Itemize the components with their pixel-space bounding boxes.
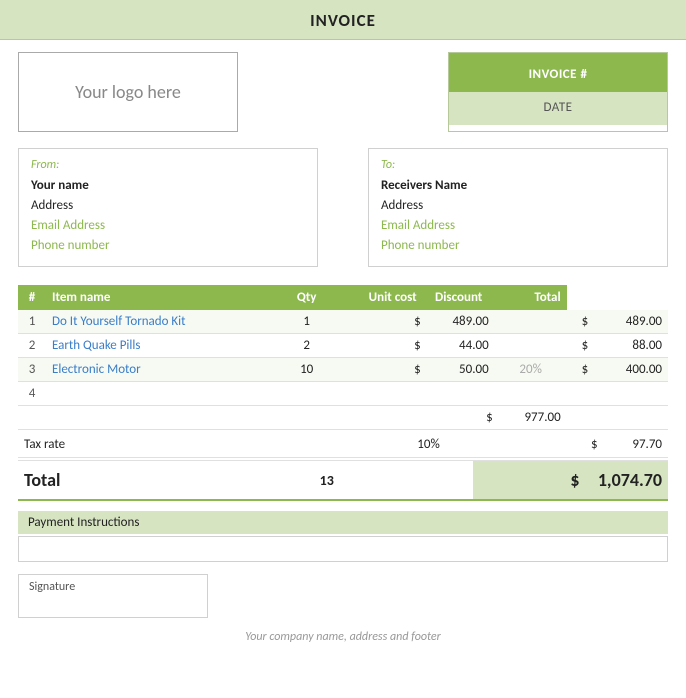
total-amount: 1,074.70 <box>584 461 669 501</box>
total-section: Total 13 $ 1,074.70 <box>0 460 686 501</box>
top-row: Your logo here INVOICE # DATE <box>0 40 686 142</box>
row-total <box>590 382 668 406</box>
invoice-title: INVOICE <box>310 10 376 31</box>
col-unit-cost: Unit cost <box>333 285 423 310</box>
to-address-box: To: Receivers Name Address Email Address… <box>368 148 668 267</box>
total-row: Total 13 $ 1,074.70 <box>18 461 668 501</box>
table-row: 4 <box>18 382 668 406</box>
to-phone: Phone number <box>381 236 655 256</box>
from-address: Address <box>31 196 305 216</box>
tax-section: Tax rate 10% $ 97.70 <box>0 432 686 458</box>
tax-rate: 10% <box>394 432 462 458</box>
col-discount: Discount <box>423 285 495 310</box>
col-total: Total <box>495 285 567 310</box>
table-row: 1 Do It Yourself Tornado Kit 1 $ 489.00 … <box>18 310 668 334</box>
to-address: Address <box>381 196 655 216</box>
col-num: # <box>18 285 46 310</box>
row-unit-cost <box>423 382 495 406</box>
row-num: 4 <box>18 382 46 406</box>
total-dollar: $ <box>473 461 584 501</box>
footer: Your company name, address and footer <box>0 622 686 654</box>
payment-label: Payment Instructions <box>18 511 668 534</box>
address-row: From: Your name Address Email Address Ph… <box>0 142 686 277</box>
total-table: Total 13 $ 1,074.70 <box>18 460 668 501</box>
col-item: Item name <box>46 285 281 310</box>
row-unit-dollar: $ <box>333 310 423 334</box>
row-total: 489.00 <box>590 310 668 334</box>
row-unit-cost: 489.00 <box>423 310 495 334</box>
row-unit-dollar: $ <box>333 358 423 382</box>
from-phone: Phone number <box>31 236 305 256</box>
logo-text: Your logo here <box>75 81 181 103</box>
row-num: 2 <box>18 334 46 358</box>
row-discount: 20% <box>495 358 567 382</box>
invoice-date-label: DATE <box>449 92 667 125</box>
invoice-page: INVOICE Your logo here INVOICE # DATE Fr… <box>0 0 686 698</box>
row-total-dollar: $ <box>567 310 591 334</box>
row-unit-cost: 44.00 <box>423 334 495 358</box>
to-email: Email Address <box>381 216 655 236</box>
payment-section: Payment Instructions <box>0 501 686 566</box>
from-name: Your name <box>31 176 305 196</box>
row-discount <box>495 310 567 334</box>
table-header-row: # Item name Qty Unit cost Discount Total <box>18 285 668 310</box>
row-num: 3 <box>18 358 46 382</box>
from-address-box: From: Your name Address Email Address Ph… <box>18 148 318 267</box>
col-qty: Qty <box>281 285 333 310</box>
tax-label: Tax rate <box>18 432 394 458</box>
row-qty: 1 <box>281 310 333 334</box>
row-item: Do It Yourself Tornado Kit <box>46 310 281 334</box>
row-num: 1 <box>18 310 46 334</box>
tax-dollar: $ <box>565 432 599 458</box>
row-unit-dollar: $ <box>333 334 423 358</box>
to-label: To: <box>381 156 655 175</box>
row-total: 88.00 <box>590 334 668 358</box>
row-total-dollar: $ <box>567 358 591 382</box>
signature-label: Signature <box>29 580 75 594</box>
signature-box: Signature <box>18 574 208 618</box>
row-total-dollar: $ <box>567 334 591 358</box>
row-item: Electronic Motor <box>46 358 281 382</box>
invoice-number-block: INVOICE # DATE <box>448 52 668 132</box>
logo-box: Your logo here <box>18 52 238 132</box>
row-qty <box>281 382 333 406</box>
row-total-dollar <box>567 382 591 406</box>
items-table-section: # Item name Qty Unit cost Discount Total… <box>0 277 686 430</box>
items-table: # Item name Qty Unit cost Discount Total… <box>18 285 668 430</box>
table-row: 3 Electronic Motor 10 $ 50.00 20% $ 400.… <box>18 358 668 382</box>
row-qty: 10 <box>281 358 333 382</box>
invoice-header: INVOICE <box>0 0 686 40</box>
subtotal-amount: 977.00 <box>495 406 567 430</box>
invoice-number-label: INVOICE # <box>449 53 667 92</box>
footer-text: Your company name, address and footer <box>245 630 441 644</box>
tax-amount: 97.70 <box>600 432 668 458</box>
subtotal-row: $ 977.00 <box>18 406 668 430</box>
row-item: Earth Quake Pills <box>46 334 281 358</box>
from-label: From: <box>31 156 305 175</box>
payment-input[interactable] <box>18 536 668 562</box>
row-qty: 2 <box>281 334 333 358</box>
row-unit-cost: 50.00 <box>423 358 495 382</box>
to-name: Receivers Name <box>381 176 655 196</box>
total-qty: 13 <box>278 461 376 501</box>
row-unit-dollar <box>333 382 423 406</box>
row-total: 400.00 <box>590 358 668 382</box>
tax-table: Tax rate 10% $ 97.70 <box>18 432 668 458</box>
row-discount <box>495 334 567 358</box>
table-row: 2 Earth Quake Pills 2 $ 44.00 $ 88.00 <box>18 334 668 358</box>
from-email: Email Address <box>31 216 305 236</box>
signature-section: Signature <box>0 566 686 622</box>
row-discount <box>495 382 567 406</box>
subtotal-dollar: $ <box>423 406 495 430</box>
row-item <box>46 382 281 406</box>
total-label: Total <box>18 461 278 501</box>
tax-row: Tax rate 10% $ 97.70 <box>18 432 668 458</box>
